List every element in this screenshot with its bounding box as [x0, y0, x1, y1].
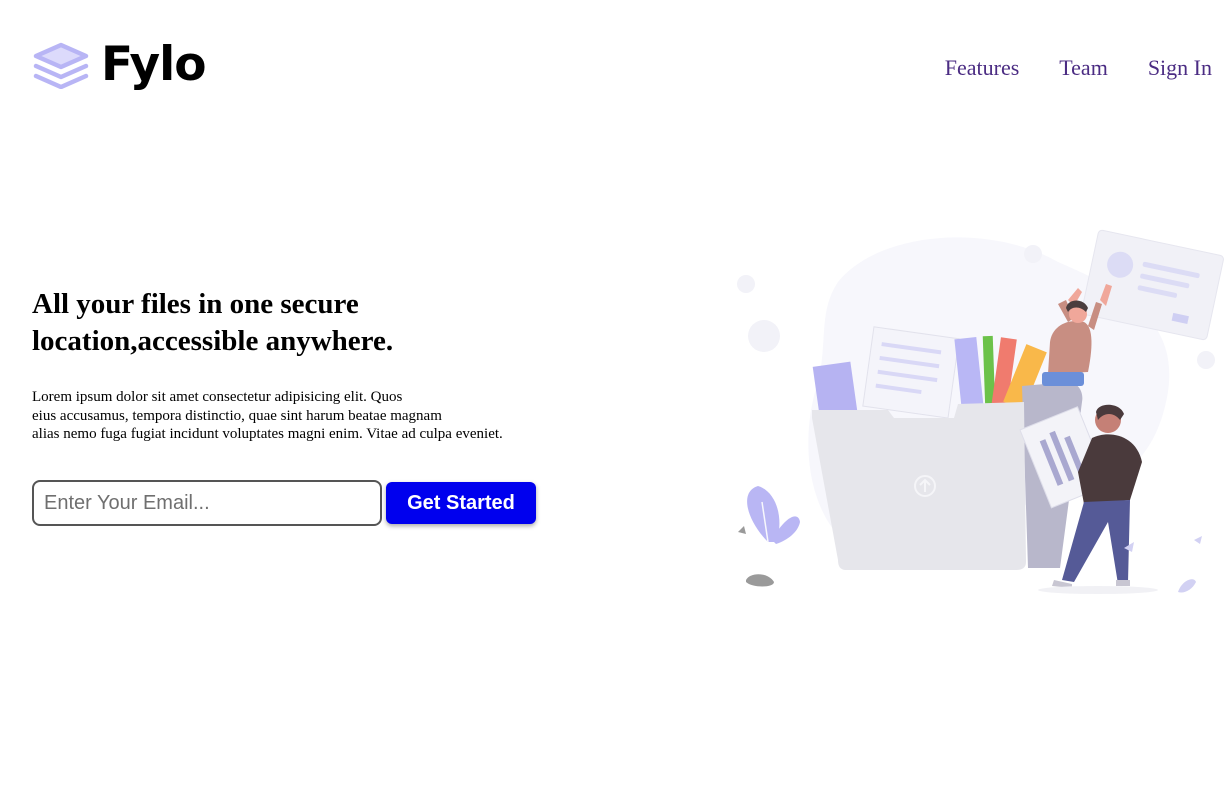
- main-nav: Features Team Sign In: [945, 54, 1212, 82]
- stacked-layers-icon: [33, 42, 89, 89]
- hero-headline: All your files in one secure location,ac…: [32, 288, 394, 357]
- nav-link-team[interactable]: Team: [1059, 54, 1108, 82]
- decor-circle: [748, 320, 780, 352]
- file-upload-illustration: [737, 229, 1224, 594]
- hero-section: All your files in one secure location,ac…: [32, 286, 592, 444]
- ground-shadow: [1038, 586, 1158, 594]
- decor-circle: [1197, 351, 1215, 369]
- nav-link-features[interactable]: Features: [945, 54, 1020, 82]
- leaf: [1194, 536, 1202, 544]
- get-started-button[interactable]: Get Started: [386, 482, 536, 524]
- brand-name: Fylo: [101, 37, 207, 92]
- decor-circle: [737, 275, 755, 293]
- hero-description-line: alias nemo fuga fugiat incidunt voluptat…: [32, 426, 503, 442]
- leaf: [738, 526, 746, 534]
- hero-description-line: eius accusamus, tempora distinctio, quae…: [32, 407, 442, 424]
- leaf: [1178, 579, 1196, 593]
- hero-description-line: Lorem ipsum dolor sit amet consectetur a…: [32, 389, 403, 405]
- signup-form: Get Started: [32, 480, 536, 526]
- plant: [747, 486, 800, 544]
- hero-description: Lorem ipsum dolor sit amet consectetur a…: [32, 388, 592, 444]
- paper: [862, 326, 960, 419]
- rock: [746, 574, 774, 587]
- brand-logo[interactable]: Fylo: [32, 37, 207, 92]
- paper: [812, 361, 858, 417]
- nav-link-sign-in[interactable]: Sign In: [1148, 54, 1212, 82]
- email-input[interactable]: [32, 480, 382, 526]
- decor-circle: [1024, 245, 1042, 263]
